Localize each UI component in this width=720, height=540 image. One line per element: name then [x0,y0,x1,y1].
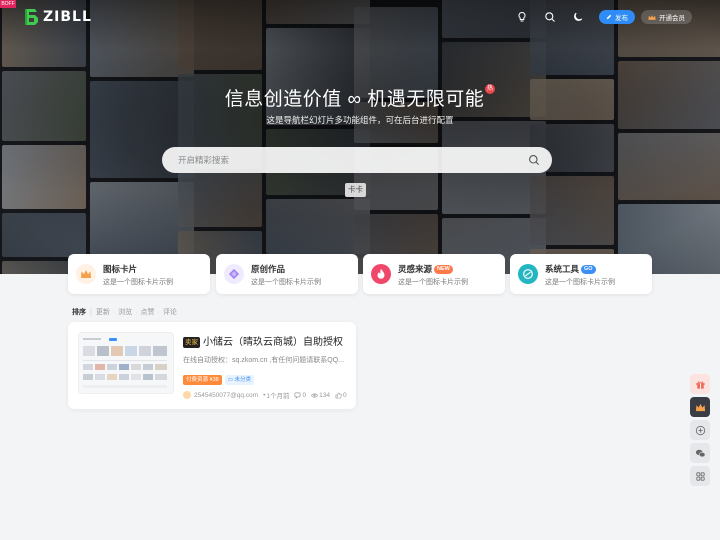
add-button[interactable] [690,420,710,440]
publish-label: 发布 [615,15,628,22]
feature-desc: 这是一个图标卡片示例 [251,279,321,286]
moon-icon[interactable] [571,10,585,24]
sort-dot: · [112,308,116,316]
sort-dot: · [157,308,160,316]
corner-tag: BOFF [0,0,16,8]
sale-tag: 卖家 [183,336,200,348]
hero-subtitle: 这是导航栏幻灯片多功能组件，可在后台进行配置 [266,115,454,125]
post-likes: 0 [335,392,347,399]
sort-option-updated[interactable]: 更新 [96,307,110,317]
post-time-text: 1个月前 [266,393,290,400]
feature-card-inspiration[interactable]: 灵感来源 NEW 这是一个图标卡片示例 [363,254,505,294]
site-logo[interactable]: ZIBLL [24,8,92,26]
post-comments: 0 [294,392,306,399]
new-badge: NEW [434,265,453,275]
pen-icon [606,14,612,20]
top-nav: 发布 开通会员 [515,10,692,24]
lightbulb-icon[interactable] [515,10,529,24]
post-thumbnail[interactable] [78,332,174,394]
gift-button[interactable] [690,374,710,394]
vip-label: 开通会员 [659,15,685,22]
tools-icon [518,264,538,284]
search-box [162,147,552,173]
feature-card-system-tools[interactable]: 系统工具 GO 这是一个图标卡片示例 [510,254,652,294]
publish-button[interactable]: 发布 [599,10,635,24]
dot-icon: • [263,391,266,399]
avatar[interactable] [183,391,191,399]
feature-title: 灵感来源 NEW [398,263,453,275]
hero-overlay [0,0,720,274]
thumbs-up-icon [335,392,342,398]
post-tags: 付费资源 ¥38 ▭ 未分类 [183,375,254,385]
comment-icon [295,392,301,399]
feature-title-text: 系统工具 [545,264,580,274]
search-submit-icon[interactable] [528,154,540,166]
category-tag[interactable]: ▭ 未分类 [224,375,254,385]
thumbnail-preview-image [79,333,173,393]
sort-label: 排序 [72,309,86,316]
feature-title: 图标卡片 [103,264,138,274]
sort-dot: · [135,308,138,316]
comment-count: 0 [302,391,307,399]
feature-title: 系统工具 GO [545,263,596,275]
post-title[interactable]: 卖家 小储云（晴玖云商城）自助授权 [183,333,343,348]
eye-icon [311,393,319,397]
sort-bar: 排序 | 更新 · 浏览 · 点赞 · 评论 [72,307,177,317]
like-count: 0 [342,391,347,399]
plus-icon [695,425,705,435]
flame-icon [371,264,391,284]
hot-badge: 热 [485,84,496,94]
search-icon[interactable] [543,10,557,24]
hero-title: 信息创造价值 ∞ 机遇无限可能热 [0,84,720,111]
crown-icon [648,14,656,20]
feature-card-original[interactable]: 原创作品 这是一个图标卡片示例 [216,254,358,294]
post-author[interactable]: 2545450077@qq.com [194,392,258,399]
hero-tooltip: 卡卡 [345,183,366,197]
feature-desc: 这是一个图标卡片示例 [545,279,615,286]
search-input[interactable] [178,152,508,168]
paid-resource-tag[interactable]: 付费资源 ¥38 [183,375,222,385]
sort-option-comments[interactable]: 评论 [163,307,177,317]
wechat-button[interactable] [690,443,710,463]
post-title-text[interactable]: 小储云（晴玖云商城）自助授权 [203,337,343,348]
post-excerpt: 在线自动授权：sq.zkom.cn ,有任何问题请联系QQ... [183,357,345,364]
post-card[interactable]: 卖家 小储云（晴玖云商城）自助授权 在线自动授权：sq.zkom.cn ,有任何问… [68,322,356,409]
post-views: 134 [311,392,330,399]
logo-text: ZIBLL [43,9,92,25]
gift-icon [695,380,705,389]
logo-mark-icon [25,9,38,25]
sort-option-views[interactable]: 浏览 [118,307,132,317]
grid-icon [695,471,705,481]
hero-title-text: 信息创造价值 ∞ 机遇无限可能 [224,89,485,110]
wechat-icon [695,449,705,457]
crown-icon [695,403,705,411]
floating-toolbar [690,374,710,489]
feature-desc: 这是一个图标卡片示例 [103,279,173,286]
view-count: 134 [319,391,330,399]
feature-desc: 这是一个图标卡片示例 [398,279,468,286]
go-badge: GO [581,265,596,275]
post-time: • 1个月前 [263,390,290,401]
diamond-icon [224,264,244,284]
category-text: 未分类 [234,377,251,383]
feature-title: 原创作品 [251,264,286,274]
vip-float-button[interactable] [690,397,710,417]
vip-button[interactable]: 开通会员 [641,10,692,24]
sort-option-likes[interactable]: 点赞 [141,307,155,317]
post-meta: 2545450077@qq.com • 1个月前 0 134 0 [183,390,347,400]
grid-button[interactable] [690,466,710,486]
sort-divider: | [90,308,92,316]
feature-title-text: 灵感来源 [398,264,433,274]
hero-banner: BOFF ZIBLL 发布 开通会员 信息创造价值 ∞ 机遇无限可能热 这是导航… [0,0,720,274]
feature-card-icon-card[interactable]: 图标卡片 这是一个图标卡片示例 [68,254,210,294]
crown-icon [76,264,96,284]
